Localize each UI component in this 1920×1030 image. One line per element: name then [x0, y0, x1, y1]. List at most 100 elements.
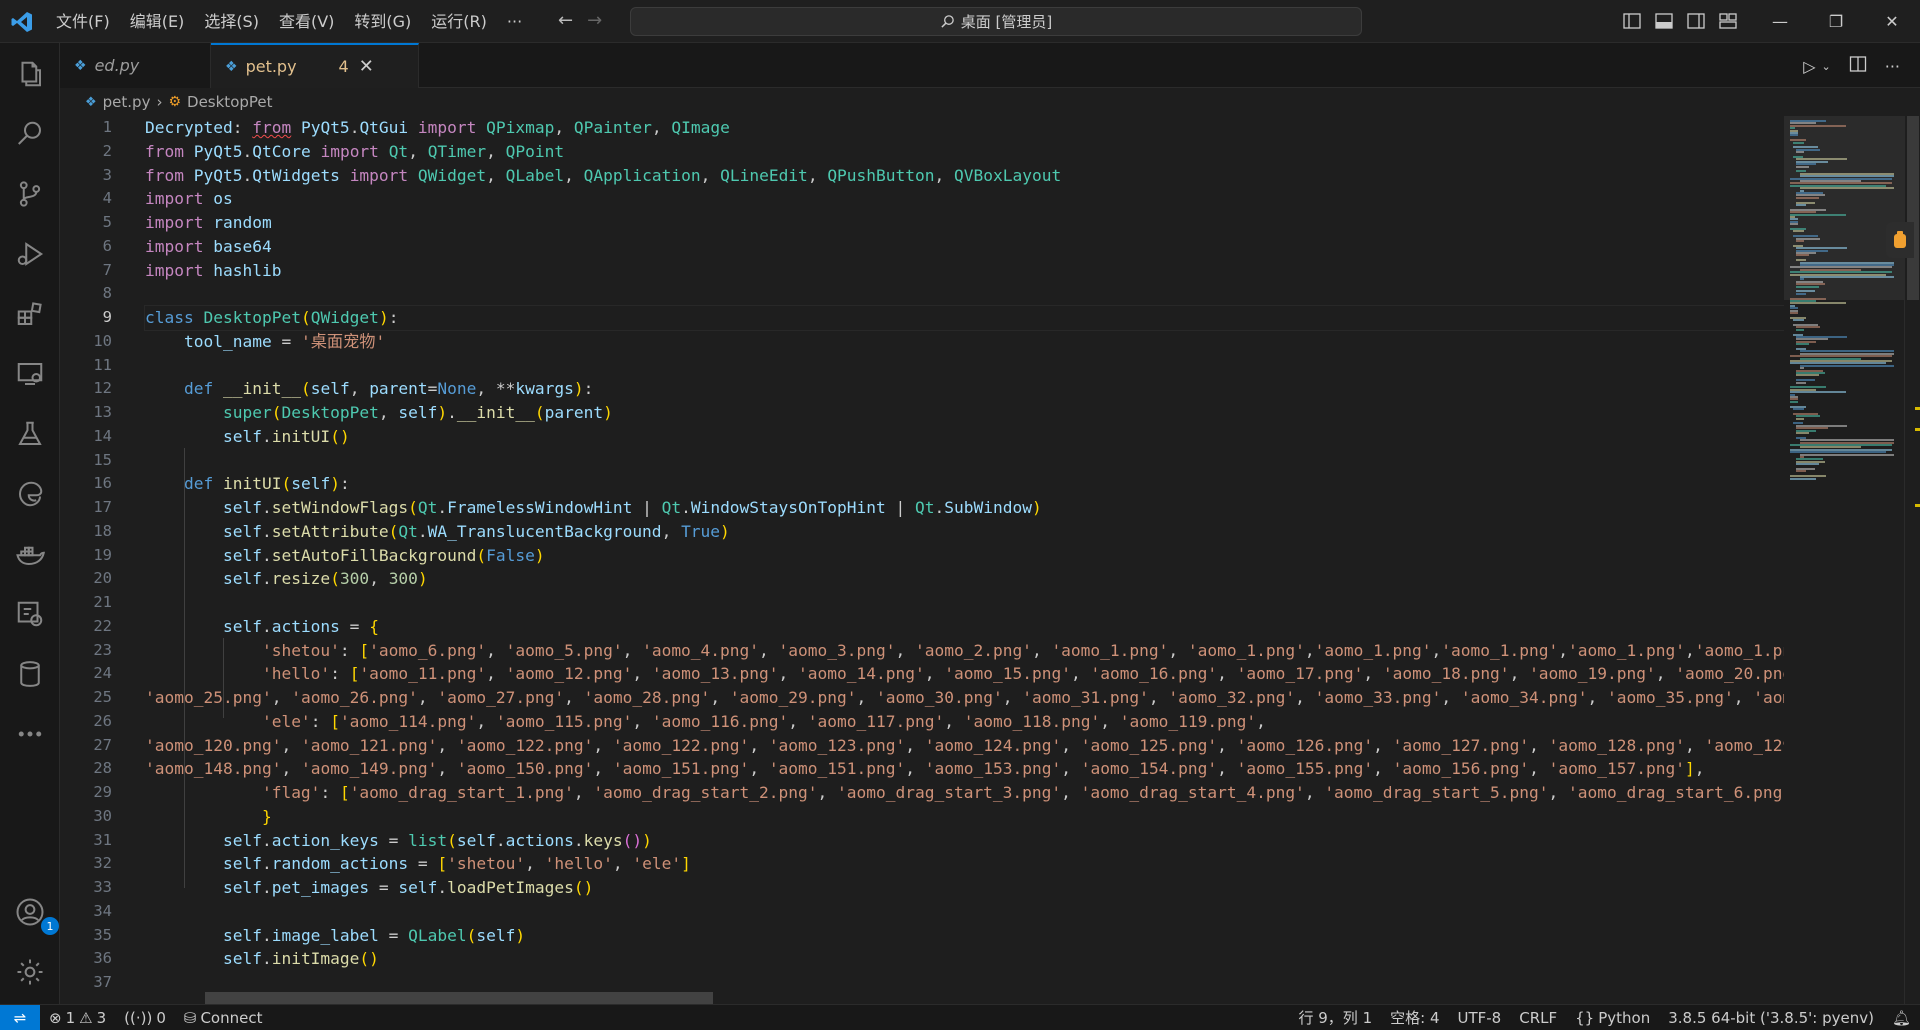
- manage-gear-icon[interactable]: [13, 955, 47, 989]
- menu-run[interactable]: 运行(R): [421, 0, 497, 43]
- minimap-line: [1796, 343, 1809, 346]
- minimap-line: [1790, 223, 1799, 226]
- back-arrow-icon[interactable]: ←: [558, 10, 573, 31]
- title-bar: 文件(F) 编辑(E) 选择(S) 查看(V) 转到(G) 运行(R) ··· …: [0, 0, 1920, 43]
- source-control-icon[interactable]: [13, 177, 47, 211]
- edge-devtools-icon[interactable]: [13, 477, 47, 511]
- code-line: self.random_actions = ['shetou', 'hello'…: [222, 854, 691, 874]
- tab-pet-py[interactable]: ❖ pet.py 4 ✕: [211, 43, 419, 88]
- code-line: self.actions = {: [222, 616, 379, 636]
- code-line: self.setAttribute(Qt.WA_TranslucentBackg…: [222, 521, 730, 541]
- database-small-icon: ⛁: [183, 1008, 197, 1027]
- database-icon[interactable]: [13, 657, 47, 691]
- remote-explorer-icon[interactable]: [13, 357, 47, 391]
- vscode-logo-icon: [11, 12, 32, 32]
- toggle-primary-sidebar-icon[interactable]: [1622, 11, 1642, 31]
- menu-edit[interactable]: 编辑(E): [120, 0, 195, 43]
- customize-layout-icon[interactable]: [1718, 11, 1738, 31]
- menu-more[interactable]: ···: [497, 0, 532, 43]
- line-number: 17: [93, 498, 112, 516]
- code-line: 'flag': ['aomo_drag_start_1.png', 'aomo_…: [261, 783, 1784, 802]
- toggle-panel-icon[interactable]: [1654, 11, 1674, 31]
- line-number: 11: [93, 355, 112, 374]
- menu-selection[interactable]: 选择(S): [194, 0, 269, 43]
- python-file-icon: ❖: [85, 94, 97, 110]
- code-line: }: [261, 806, 272, 826]
- forward-arrow-icon[interactable]: →: [587, 10, 602, 31]
- line-number: 1: [102, 118, 112, 136]
- explorer-icon[interactable]: [13, 57, 47, 91]
- tab-ed-py[interactable]: ❖ ed.py: [60, 43, 211, 88]
- python-interpreter[interactable]: 3.8.5 64-bit ('3.8.5': pyenv): [1659, 1009, 1883, 1027]
- command-center-search[interactable]: 桌面 [管理员]: [630, 7, 1362, 36]
- code-line: def initUI(self):: [183, 474, 350, 494]
- error-count: 1: [65, 1008, 76, 1027]
- problems-status[interactable]: ⊗ 1 ⚠ 3: [40, 1009, 115, 1027]
- copilot-chat-icon[interactable]: [1886, 222, 1914, 258]
- ports-count: 0: [156, 1008, 166, 1027]
- minimap-line: [1799, 453, 1895, 456]
- indentation[interactable]: 空格: 4: [1381, 1007, 1448, 1028]
- language-mode[interactable]: {} Python: [1566, 1009, 1659, 1027]
- breadcrumb-symbol[interactable]: DesktopPet: [187, 93, 272, 111]
- accounts-badge: 1: [41, 917, 59, 935]
- minimap-line: [1796, 328, 1805, 331]
- line-number: 20: [93, 569, 112, 588]
- ports-status[interactable]: ((·)) 0: [115, 1009, 175, 1027]
- accounts-icon[interactable]: 1: [13, 895, 59, 935]
- minimize-icon[interactable]: —: [1752, 0, 1808, 43]
- code-line: self.initImage(): [222, 949, 379, 969]
- docker-icon[interactable]: [13, 537, 47, 571]
- warning-marker: [1915, 428, 1920, 431]
- code-line: self.image_label = QLabel(self): [222, 925, 526, 945]
- scrollbar-thumb[interactable]: [1907, 116, 1919, 300]
- line-number-gutter: 1 2 3 4 5 6 7 8 9 10 11 12 13 14 15 16 17 18 19 20 21 22 23 24 2…: [60, 116, 120, 995]
- run-python-file-icon[interactable]: ▷: [1803, 57, 1815, 76]
- restore-icon[interactable]: ❐: [1808, 0, 1864, 43]
- line-number: 7: [102, 260, 112, 279]
- line-number: 3: [102, 165, 112, 184]
- minimap-line: [1796, 381, 1806, 384]
- file-encoding[interactable]: UTF-8: [1449, 1009, 1511, 1027]
- minimap-line: [1796, 463, 1820, 466]
- code-line: import hashlib: [145, 260, 282, 280]
- split-editor-icon[interactable]: [1849, 55, 1867, 77]
- extensions-icon[interactable]: [13, 297, 47, 331]
- testing-icon[interactable]: [13, 417, 47, 451]
- close-window-icon[interactable]: ✕: [1864, 0, 1920, 43]
- run-dropdown-chevron-icon[interactable]: ⌄: [1822, 60, 1831, 73]
- run-debug-icon[interactable]: [13, 237, 47, 271]
- end-of-line[interactable]: CRLF: [1510, 1009, 1566, 1027]
- menu-view[interactable]: 查看(V): [269, 0, 344, 43]
- line-number: 6: [102, 236, 112, 255]
- line-number: 28: [93, 759, 112, 778]
- minimap-line: [1790, 312, 1799, 314]
- code-lines: Decrypted: from PyQt5.QtGui import QPixm…: [144, 116, 1784, 995]
- minimap-line: [1790, 302, 1847, 305]
- code-line: import os: [145, 189, 233, 209]
- remote-config-icon[interactable]: [13, 597, 47, 631]
- minimap-line: [1796, 292, 1806, 295]
- horizontal-scrollbar[interactable]: [205, 992, 713, 1004]
- code-editor[interactable]: 1 2 3 4 5 6 7 8 9 10 11 12 13 14 15 16 17 18 19 20 21 22 23 24 2…: [60, 116, 1784, 1004]
- connect-status[interactable]: ⛁ Connect: [175, 1009, 272, 1027]
- menu-go[interactable]: 转到(G): [344, 0, 421, 43]
- code-line: self.initUI(): [222, 426, 350, 446]
- breadcrumb-file[interactable]: pet.py: [103, 93, 151, 111]
- search-view-icon[interactable]: [13, 117, 47, 151]
- remote-indicator-icon[interactable]: ⇌: [0, 1004, 40, 1030]
- code-line: self.setAutoFillBackground(False): [222, 545, 545, 565]
- code-line: class DesktopPet(QWidget):: [144, 305, 1784, 331]
- editor-tab-bar: ❖ ed.py ❖ pet.py 4 ✕ ▷ ⌄ ···: [60, 43, 1920, 88]
- warning-marker: [1915, 407, 1920, 410]
- cursor-position[interactable]: 行 9，列 1: [1290, 1007, 1382, 1028]
- toggle-secondary-sidebar-icon[interactable]: [1686, 11, 1706, 31]
- menu-file[interactable]: 文件(F): [46, 0, 120, 43]
- layout-controls: [1622, 11, 1738, 31]
- more-actions-icon[interactable]: ···: [1885, 57, 1900, 76]
- close-tab-icon[interactable]: ✕: [359, 56, 374, 77]
- notifications-icon[interactable]: 🔔︎: [1883, 1009, 1920, 1027]
- more-views-icon[interactable]: [13, 717, 47, 751]
